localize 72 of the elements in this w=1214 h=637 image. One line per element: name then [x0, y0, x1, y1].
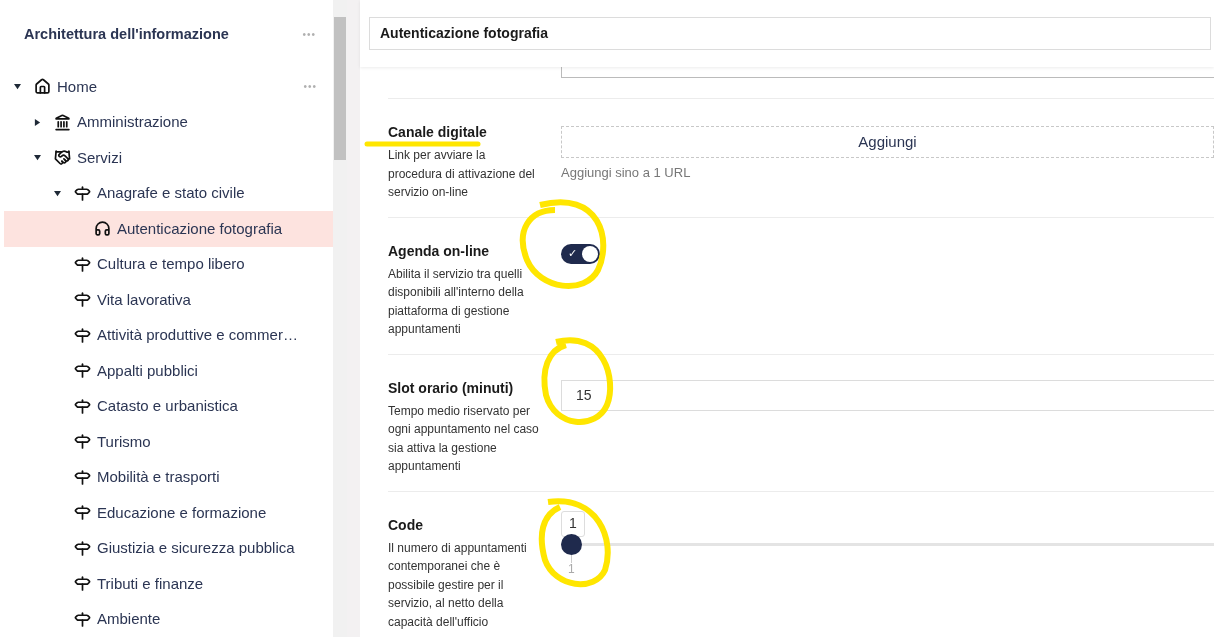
signpost-icon: [74, 468, 91, 486]
toggle-knob: [582, 245, 598, 262]
tree-item[interactable]: Educazione e formazione: [4, 495, 333, 531]
signpost-icon: [74, 539, 91, 557]
slider-thumb[interactable]: [561, 533, 582, 555]
field-label: Code: [388, 516, 423, 533]
toggle-switch[interactable]: ✓: [561, 243, 600, 264]
tree-label: Vita lavorativa: [97, 289, 191, 310]
number-field[interactable]: 15: [561, 379, 1214, 411]
caret-icon[interactable]: [14, 83, 21, 91]
tree-label: Servizi: [77, 147, 122, 168]
bank-icon: [54, 113, 71, 131]
tree-label: Appalti pubblici: [97, 360, 198, 381]
tree-label: Cultura e tempo libero: [97, 254, 245, 274]
signpost-icon: [74, 326, 91, 344]
tree-item[interactable]: Turismo: [4, 424, 333, 460]
sidebar-title: Architettura dell'informazione: [24, 24, 229, 44]
tree-label: Autenticazione fotografia: [117, 218, 283, 239]
field-label: Slot orario (minuti): [388, 379, 514, 396]
signpost-icon: [74, 362, 91, 380]
tree-label: Giustizia e sicurezza pubblica: [97, 538, 295, 558]
tree-label: Amministrazione: [77, 112, 188, 132]
tree-item[interactable]: Catasto e urbanistica: [4, 388, 333, 424]
tree-label: Mobilità e trasporti: [97, 467, 220, 487]
tree-item[interactable]: Autenticazione fotografia: [4, 211, 333, 247]
tree-item[interactable]: Attività produttive e commer…: [4, 317, 333, 353]
tree-item[interactable]: Anagrafe e stato civile: [4, 175, 333, 211]
add-button[interactable]: Aggiungi: [561, 126, 1214, 158]
tree-item[interactable]: Mobilità e trasporti: [4, 459, 333, 495]
caret-icon[interactable]: [34, 154, 41, 162]
field-description: Link per avviare la procedura di attivazione del servizio on-line: [388, 147, 536, 201]
field-hint: Aggiungi sino a 1 URL: [561, 164, 692, 182]
signpost-icon: [74, 575, 91, 593]
headset-icon: [94, 220, 111, 238]
tree-label: Catasto e urbanistica: [97, 396, 238, 416]
signpost-icon: [74, 184, 91, 202]
signpost-icon: [74, 433, 91, 451]
tree-item[interactable]: Tributi e finanze: [4, 566, 333, 602]
caret-icon[interactable]: [34, 118, 41, 126]
tree-item[interactable]: Ambiente: [4, 601, 333, 637]
signpost-icon: [74, 397, 91, 415]
signpost-icon: [74, 504, 91, 522]
check-icon: ✓: [568, 248, 577, 259]
title-field[interactable]: Autenticazione fotografia: [369, 17, 1211, 50]
signpost-icon: [74, 255, 91, 273]
tree-item[interactable]: Servizi: [4, 140, 333, 176]
tree-item[interactable]: Cultura e tempo libero: [4, 246, 333, 282]
tree-label: Attività produttive e commer…: [97, 325, 298, 345]
tree-item[interactable]: Home •••: [4, 69, 333, 105]
tree-label: Anagrafe e stato civile: [97, 183, 245, 203]
tree-label: Educazione e formazione: [97, 502, 267, 523]
slider-tick-label: 1: [568, 562, 575, 575]
home-icon: [34, 78, 51, 96]
field-label: Agenda on-line: [388, 242, 490, 259]
field-description: Il numero di appuntamenti contemporanei che è possibile gestire per il servizio, al netto della capacità dell'ufficio: [388, 539, 528, 631]
tree-label: Turismo: [97, 431, 151, 452]
signpost-icon: [74, 291, 91, 309]
tree-item[interactable]: Amministrazione: [4, 104, 333, 140]
tree-item[interactable]: Giustizia e sicurezza pubblica: [4, 530, 333, 566]
scrollbar[interactable]: [333, 0, 347, 637]
tree-item[interactable]: Appalti pubblici: [4, 353, 333, 389]
tree-label: Tributi e finanze: [97, 573, 204, 594]
caret-icon[interactable]: [54, 189, 61, 197]
text-field[interactable]: [561, 67, 1214, 78]
field-description: Abilita il servizio tra quelli disponibili all'interno della piattaforma di gestione appuntamenti: [388, 265, 525, 338]
tree-label: Home: [57, 76, 97, 97]
field-label: Canale digitale: [388, 124, 487, 140]
signpost-icon: [74, 610, 91, 628]
field-description: Tempo medio riservato per ogni appuntamento nel caso sia attiva la gestione appuntamenti: [388, 402, 540, 475]
tree-item[interactable]: Vita lavorativa: [4, 282, 333, 318]
tree-label: Ambiente: [97, 609, 161, 629]
handshake-icon: [54, 149, 71, 167]
